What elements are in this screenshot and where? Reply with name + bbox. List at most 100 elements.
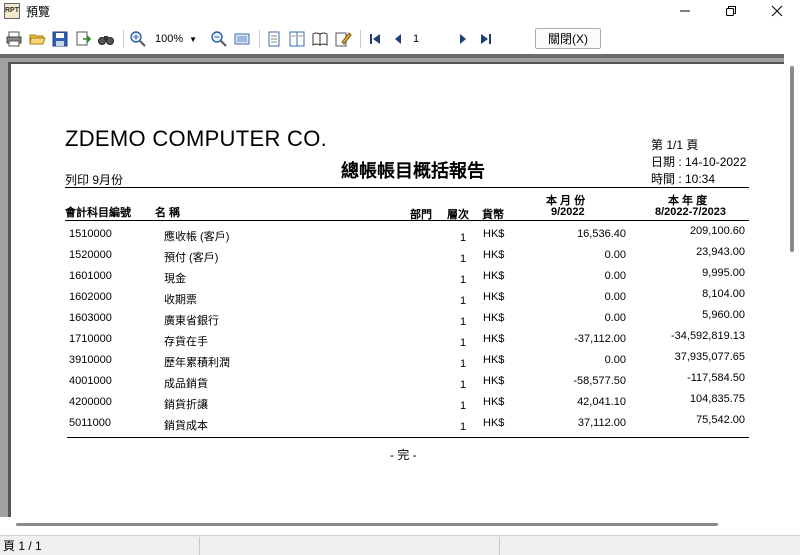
account-code-cell: 1520000: [69, 249, 112, 261]
year-amount-cell: 37,935,077.65: [674, 351, 745, 363]
next-page-button[interactable]: [453, 29, 473, 49]
report-viewer[interactable]: ZDEMO COMPUTER CO. 總帳帳目概括報告 第 1/1 頁 日期 :…: [0, 54, 800, 522]
close-preview-button[interactable]: 關閉(X): [535, 28, 601, 49]
month-amount-cell: 0.00: [604, 270, 626, 282]
account-name-cell: 銷貨成本: [164, 420, 208, 432]
close-window-button[interactable]: [754, 0, 800, 22]
toolbar-separator: [360, 30, 361, 48]
account-name-cell: 存貨在手: [164, 336, 208, 348]
find-button[interactable]: [96, 29, 116, 49]
level-cell: 1: [460, 337, 467, 349]
prev-page-button[interactable]: [388, 29, 408, 49]
report-title: 總帳帳目概括報告: [341, 161, 485, 182]
account-name-cell: 銷貨折讓: [164, 399, 208, 411]
print-icon: [6, 31, 22, 47]
zoom-out-button[interactable]: [209, 29, 229, 49]
account-code-cell: 4001000: [69, 375, 112, 387]
currency-cell: HK$: [483, 270, 505, 282]
currency-cell: HK$: [483, 354, 505, 366]
month-amount-cell: 0.00: [604, 354, 626, 366]
currency-cell: HK$: [483, 228, 505, 240]
one-page-icon: [268, 31, 280, 47]
company-name: ZDEMO COMPUTER CO.: [65, 126, 328, 151]
header-top-rule: [65, 187, 749, 188]
date-info: 日期 : 14-10-2022: [651, 155, 747, 169]
status-cell: [200, 536, 500, 555]
account-code-cell: 1710000: [69, 333, 112, 345]
account-code-cell: 4200000: [69, 396, 112, 408]
year-amount-cell: 104,835.75: [689, 393, 745, 405]
fit-page-icon: [234, 33, 250, 45]
month-amount-cell: 16,536.40: [577, 228, 626, 240]
print-button[interactable]: [4, 29, 24, 49]
year-amount-cell: 5,960.00: [702, 309, 745, 321]
toolbar: 100% ▼ 關閉(X): [0, 26, 800, 52]
table-bottom-rule: [67, 437, 749, 438]
page-info: 第 1/1 頁: [651, 138, 699, 152]
horizontal-scroll-thumb[interactable]: [16, 523, 718, 526]
level-cell: 1: [460, 379, 467, 391]
window-title: 預覽: [26, 4, 51, 19]
first-page-icon: [370, 34, 380, 44]
level-cell: 1: [460, 295, 467, 307]
app-icon: RPT: [4, 3, 20, 19]
save-button[interactable]: [50, 29, 70, 49]
edit-button[interactable]: [333, 29, 353, 49]
two-page-icon: [289, 31, 305, 47]
fit-page-button[interactable]: [232, 29, 252, 49]
title-bar: RPT 預覽: [0, 0, 800, 22]
export-button[interactable]: [73, 29, 93, 49]
toolbar-separator: [259, 30, 260, 48]
account-code-cell: 3910000: [69, 354, 112, 366]
currency-cell: HK$: [483, 375, 505, 387]
level-cell: 1: [460, 253, 467, 265]
one-page-button[interactable]: [264, 29, 284, 49]
export-icon: [76, 31, 92, 46]
last-page-icon: [481, 34, 491, 44]
minimize-button[interactable]: [662, 0, 708, 22]
end-mark: - 完 -: [390, 448, 417, 462]
header-year-period: 8/2022-7/2023: [655, 206, 726, 218]
minimize-icon: [680, 10, 690, 12]
status-bar: 頁 1 / 1: [0, 535, 800, 555]
month-amount-cell: -37,112.00: [574, 333, 626, 345]
account-name-cell: 預付 (客戶): [164, 252, 219, 264]
account-name-cell: 收期票: [164, 294, 197, 306]
time-info: 時間 : 10:34: [651, 172, 716, 186]
zoom-in-button[interactable]: [128, 29, 148, 49]
last-page-button[interactable]: [476, 29, 496, 49]
page-number-input[interactable]: [411, 30, 447, 48]
currency-cell: HK$: [483, 333, 505, 345]
month-amount-cell: 37,112.00: [577, 417, 626, 429]
close-icon: [771, 5, 783, 17]
month-amount-cell: 0.00: [604, 249, 626, 261]
header-bottom-rule: [65, 220, 749, 221]
toolbar-separator: [123, 30, 124, 48]
year-amount-cell: 23,943.00: [696, 246, 745, 258]
year-amount-cell: 9,995.00: [702, 267, 745, 279]
level-cell: 1: [460, 274, 467, 286]
account-name-cell: 應收帳 (客戶): [164, 231, 230, 243]
book-button[interactable]: [310, 29, 330, 49]
report-page: ZDEMO COMPUTER CO. 總帳帳目概括報告 第 1/1 頁 日期 :…: [8, 62, 784, 522]
vertical-scrollbar[interactable]: [784, 54, 800, 517]
currency-cell: HK$: [483, 312, 505, 324]
open-button[interactable]: [27, 29, 47, 49]
zoom-value: 100%: [155, 33, 184, 45]
account-name-cell: 廣東省銀行: [164, 315, 219, 327]
account-code-cell: 1603000: [69, 312, 112, 324]
print-period: 列印 9月份: [65, 173, 124, 187]
level-cell: 1: [460, 421, 467, 433]
restore-button[interactable]: [708, 0, 754, 22]
zoom-select[interactable]: 100% ▼: [155, 29, 203, 49]
year-amount-cell: 75,542.00: [696, 414, 745, 426]
account-code-cell: 1510000: [69, 228, 112, 240]
vertical-scroll-thumb[interactable]: [790, 66, 794, 252]
next-page-icon: [460, 34, 466, 44]
header-month-period: 9/2022: [551, 206, 585, 218]
two-page-button[interactable]: [287, 29, 307, 49]
header-account-code: 會計科目編號: [65, 207, 131, 219]
horizontal-scrollbar[interactable]: [0, 517, 800, 533]
first-page-button[interactable]: [365, 29, 385, 49]
month-amount-cell: 0.00: [604, 312, 626, 324]
